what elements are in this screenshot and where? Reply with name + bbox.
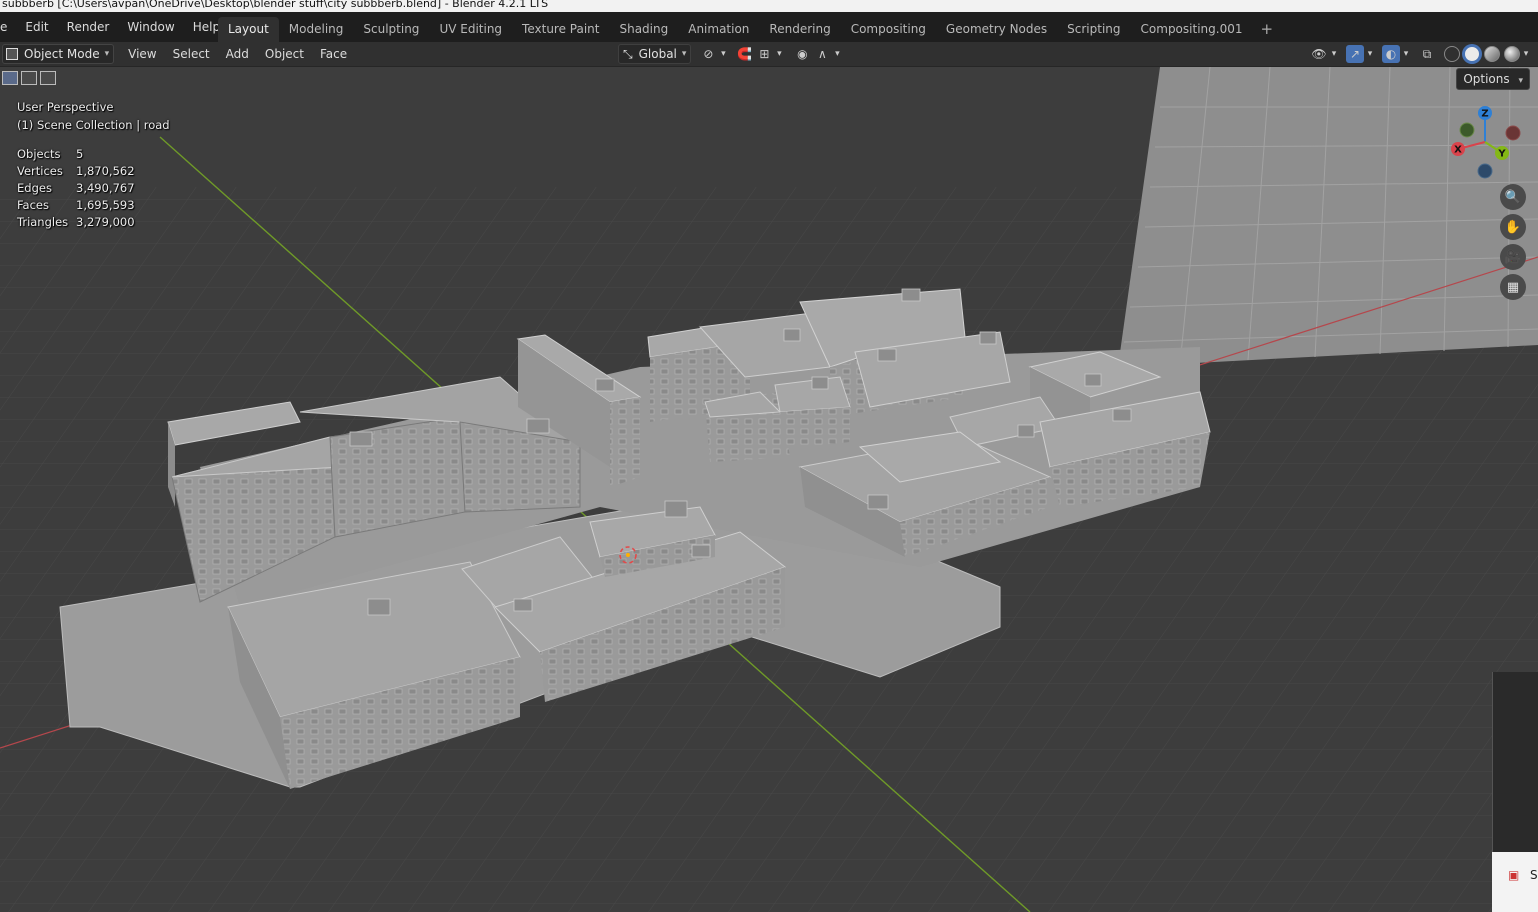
view-name: User Perspective [17, 100, 114, 114]
rendered-shading-icon[interactable] [1504, 46, 1520, 62]
menu-render[interactable]: Render [58, 12, 119, 42]
tab-scripting[interactable]: Scripting [1057, 17, 1130, 42]
tab-modeling[interactable]: Modeling [279, 17, 354, 42]
grid-ortho-icon[interactable]: ▦ [1500, 274, 1526, 300]
stat-value: 1,695,593 [76, 198, 135, 212]
chevron-down-icon[interactable]: ▾ [719, 45, 727, 63]
chevron-down-icon[interactable]: ▾ [1330, 45, 1338, 63]
tab-texture-paint[interactable]: Texture Paint [512, 17, 609, 42]
stat-row-triangles: Triangles 3,279,000 [17, 214, 135, 231]
zoom-icon[interactable]: 🔍 [1500, 184, 1526, 210]
chevron-down-icon: ▾ [104, 49, 110, 59]
stat-row-vertices: Vertices 1,870,562 [17, 163, 135, 180]
stat-row-edges: Edges 3,490,767 [17, 180, 135, 197]
chevron-down-icon[interactable]: ▾ [1366, 45, 1374, 63]
tab-rendering[interactable]: Rendering [759, 17, 840, 42]
tab-geometry-nodes[interactable]: Geometry Nodes [936, 17, 1057, 42]
add-menu[interactable]: Add [218, 47, 257, 61]
options-label: Options [1463, 72, 1510, 86]
select-subtract-icon[interactable] [40, 71, 56, 85]
top-bar: e Edit Render Window Help Layout Modelin… [0, 12, 1538, 42]
tab-animation[interactable]: Animation [678, 17, 759, 42]
object-mode-dropdown[interactable]: Object Mode ▾ [2, 44, 115, 64]
gizmo-toggle-icon[interactable]: ↗ [1346, 45, 1364, 63]
stat-label: Triangles [17, 215, 69, 229]
snap-increment-icon[interactable]: ⊞ [755, 45, 773, 63]
stat-value: 3,490,767 [76, 181, 135, 195]
chevron-down-icon: ▾ [681, 49, 687, 59]
partial-preview-window [1492, 672, 1538, 852]
window-title: subbberb [C:\Users\avpan\OneDrive\Deskto… [2, 0, 549, 10]
menu-edit[interactable]: Edit [16, 12, 57, 42]
partial-taskbar-window[interactable]: ▣ S [1492, 852, 1538, 912]
viewport-3d[interactable] [0, 67, 1538, 912]
window-title-bar: subbberb [C:\Users\avpan\OneDrive\Deskto… [0, 0, 1538, 12]
header-center: ⤡ Global ▾ ⊘ ▾ 🧲 ⊞ ▾ ◉ ∧ ▾ [618, 44, 843, 64]
proportional-edit-icon[interactable]: ◉ [793, 45, 811, 63]
stat-value: 3,279,000 [76, 215, 135, 229]
wireframe-shading-icon[interactable] [1444, 46, 1460, 62]
tab-sculpting[interactable]: Sculpting [353, 17, 429, 42]
stat-label: Vertices [17, 164, 63, 178]
chevron-down-icon[interactable]: ▾ [775, 45, 783, 63]
taskbar-label: S [1530, 868, 1538, 882]
xray-toggle-icon[interactable]: ⧉ [1418, 45, 1436, 63]
orientation-label: Global [638, 47, 677, 61]
app-icon: ▣ [1508, 868, 1520, 882]
stat-row-objects: Objects 5 [17, 146, 135, 163]
camera-icon[interactable]: 🎥 [1500, 244, 1526, 270]
gizmo-x-label: X [1454, 145, 1462, 156]
tab-layout[interactable]: Layout [218, 17, 279, 42]
header-left: Object Mode ▾ View Select Add Object Fac… [2, 44, 355, 64]
tab-compositing[interactable]: Compositing [841, 17, 936, 42]
selection-mode-strip [0, 67, 59, 89]
falloff-curve-icon[interactable]: ∧ [813, 45, 831, 63]
orientation-icon: ⤡ [623, 46, 633, 61]
snap-icon[interactable]: 🧲 [735, 45, 753, 63]
scene-statistics: Objects 5 Vertices 1,870,562 Edges 3,490,76… [17, 146, 135, 231]
options-dropdown[interactable]: Options ▾ [1456, 68, 1530, 90]
workspace-tabs: Layout Modeling Sculpting UV Editing Tex… [218, 17, 1281, 42]
overlay-toggle-icon[interactable]: ◐ [1382, 45, 1400, 63]
tab-compositing-001[interactable]: Compositing.001 [1131, 17, 1253, 42]
add-workspace-button[interactable]: + [1252, 17, 1281, 42]
gizmo-y-label: Y [1497, 149, 1506, 160]
stat-label: Faces [17, 198, 49, 212]
stat-label: Objects [17, 147, 61, 161]
stat-row-faces: Faces 1,695,593 [17, 197, 135, 214]
chevron-down-icon[interactable]: ▾ [833, 45, 841, 63]
active-collection-label: (1) Scene Collection | road [17, 118, 170, 132]
stat-label: Edges [17, 181, 52, 195]
gizmo-z-label: Z [1481, 109, 1488, 120]
solid-shading-icon[interactable] [1464, 46, 1480, 62]
stat-value: 5 [76, 147, 84, 161]
face-menu[interactable]: Face [312, 47, 355, 61]
select-new-icon[interactable] [2, 71, 18, 85]
select-extend-icon[interactable] [21, 71, 37, 85]
transform-orientation-dropdown[interactable]: ⤡ Global ▾ [618, 44, 692, 64]
header-right: 👁 ▾ ↗ ▾ ◐ ▾ ⧉ ▾ [1310, 44, 1532, 64]
view-menu[interactable]: View [120, 47, 164, 61]
object-mode-icon [6, 48, 18, 60]
pivot-point-icon[interactable]: ⊘ [699, 45, 717, 63]
tab-uv-editing[interactable]: UV Editing [429, 17, 512, 42]
viewport-header: Object Mode ▾ View Select Add Object Fac… [0, 42, 1538, 67]
chevron-down-icon: ▾ [1518, 76, 1523, 86]
visibility-icon[interactable]: 👁 [1310, 45, 1328, 63]
stat-value: 1,870,562 [76, 164, 135, 178]
object-menu[interactable]: Object [257, 47, 312, 61]
select-menu[interactable]: Select [165, 47, 218, 61]
main-menu: e Edit Render Window Help [0, 12, 229, 42]
menu-window[interactable]: Window [118, 12, 183, 42]
chevron-down-icon[interactable]: ▾ [1522, 45, 1530, 63]
menu-file[interactable]: e [0, 12, 16, 42]
hand-pan-icon[interactable]: ✋ [1500, 214, 1526, 240]
tab-shading[interactable]: Shading [609, 17, 678, 42]
object-mode-label: Object Mode [24, 47, 100, 61]
chevron-down-icon[interactable]: ▾ [1402, 45, 1410, 63]
navigation-gizmo[interactable]: Z X Y [1447, 104, 1527, 184]
material-shading-icon[interactable] [1484, 46, 1500, 62]
